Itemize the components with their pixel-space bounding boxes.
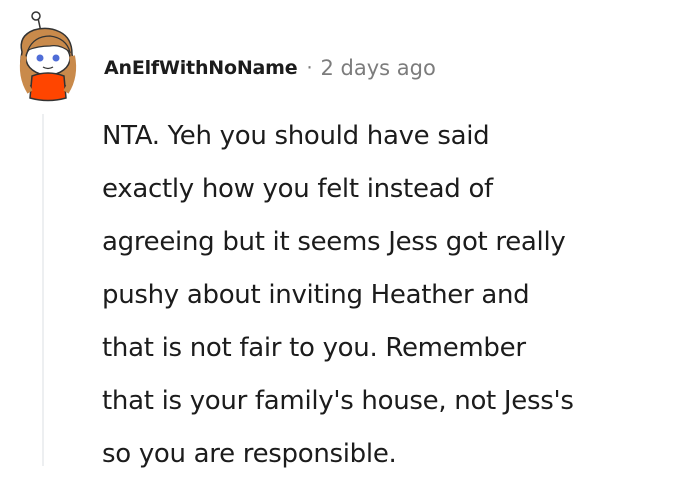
comment-header: AnElfWithNoName · 2 days ago	[104, 50, 436, 86]
comment-body-line: that is not fair to you. Remember	[102, 333, 526, 363]
comment-body: NTA. Yeh you should have said exactly ho…	[102, 110, 692, 481]
comment-body-line: NTA. Yeh you should have said	[102, 121, 490, 151]
avatar[interactable]	[10, 6, 88, 106]
comment-body-line: pushy about inviting Heather and	[102, 280, 530, 310]
thread-line[interactable]	[42, 114, 44, 466]
comment-body-line: agreeing but it seems Jess got really	[102, 227, 566, 257]
timestamp[interactable]: 2 days ago	[320, 56, 435, 80]
comment-body-line: that is your family's house, not Jess's	[102, 386, 574, 416]
meta-separator: ·	[306, 57, 313, 79]
username-link[interactable]: AnElfWithNoName	[104, 57, 298, 79]
comment: AnElfWithNoName · 2 days ago NTA. Yeh yo…	[0, 0, 700, 469]
snoo-avatar-icon	[19, 11, 77, 102]
comment-body-line: exactly how you felt instead of	[102, 174, 493, 204]
comment-body-line: so you are responsible.	[102, 439, 397, 469]
